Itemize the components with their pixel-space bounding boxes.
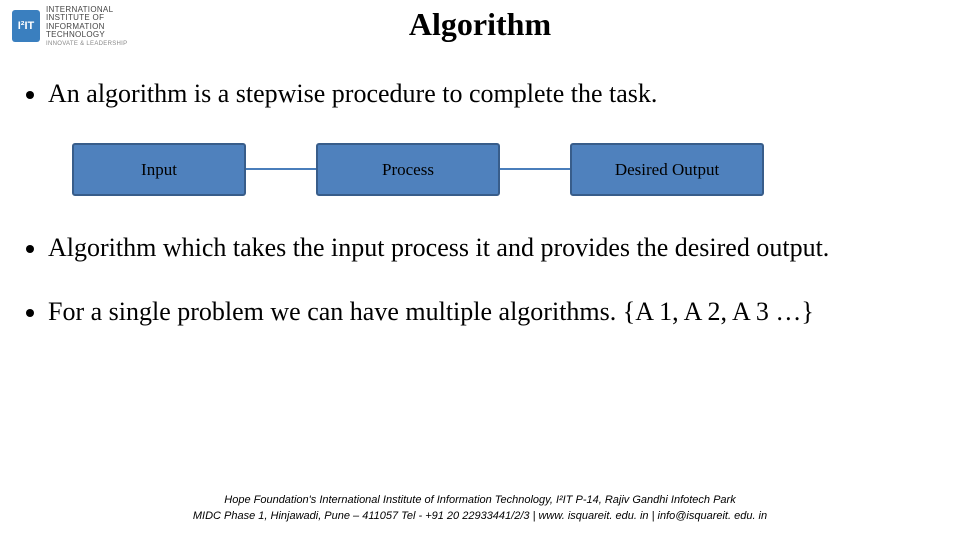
slide-body: An algorithm is a stepwise procedure to … — [30, 78, 930, 361]
flow-diagram: Input Process Desired Output — [72, 143, 930, 196]
flow-box-output: Desired Output — [570, 143, 764, 196]
footer-line: Hope Foundation's International Institut… — [0, 493, 960, 508]
bullet-multiple: For a single problem we can have multipl… — [48, 296, 930, 329]
bullet-explain: Algorithm which takes the input process … — [48, 232, 930, 265]
slide-footer: Hope Foundation's International Institut… — [0, 493, 960, 524]
flow-box-process: Process — [316, 143, 500, 196]
flow-box-input: Input — [72, 143, 246, 196]
flow-connector-icon — [246, 168, 316, 170]
slide-title: Algorithm — [0, 6, 960, 43]
flow-connector-icon — [500, 168, 570, 170]
bullet-definition: An algorithm is a stepwise procedure to … — [48, 78, 930, 111]
footer-line: MIDC Phase 1, Hinjawadi, Pune – 411057 T… — [0, 509, 960, 524]
